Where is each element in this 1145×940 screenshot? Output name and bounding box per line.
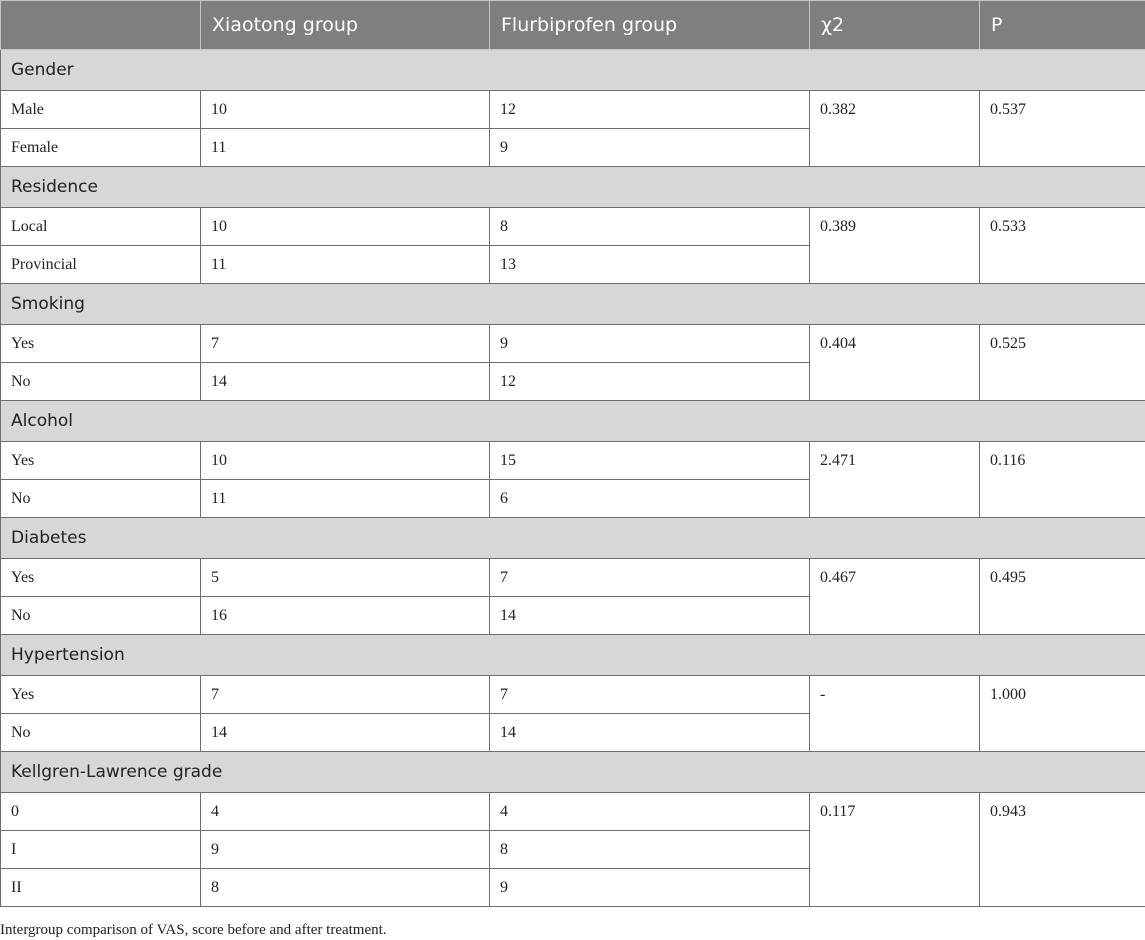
row-label-cell: II [0, 868, 201, 907]
p-value-cell: 0.537 [979, 90, 1145, 167]
chi2-cell: 0.467 [809, 558, 980, 635]
flurbiprofen-cell: 8 [489, 830, 810, 869]
p-value-cell: 0.116 [979, 441, 1145, 518]
row-label-cell: Yes [0, 441, 201, 480]
table-row: Yes 5 7 0.467 0.495 [0, 558, 1145, 635]
flurbiprofen-cell: 9 [489, 128, 810, 167]
xiaotong-cell: 8 [200, 868, 490, 907]
table-row: Yes 7 7-1.000 [0, 675, 1145, 752]
row-label-cell: Yes [0, 675, 201, 714]
xiaotong-cell: 10 [200, 90, 490, 129]
xiaotong-cell: 10 [200, 441, 490, 480]
row-label-cell: Yes [0, 324, 201, 363]
section-row: Hypertension [0, 634, 1145, 676]
section-row: Alcohol [0, 400, 1145, 442]
header-row: Xiaotong group Flurbiprofen group χ2 P [0, 0, 1145, 50]
chi2-cell: 0.382 [809, 90, 980, 167]
header-cell-p: P [979, 0, 1145, 50]
section-title: Kellgren-Lawrence grade [0, 751, 1145, 793]
row-label-cell: Male [0, 90, 201, 129]
chi2-cell: - [809, 675, 980, 752]
flurbiprofen-cell: 9 [489, 324, 810, 363]
header-cell-empty [0, 0, 201, 50]
section-row: Smoking [0, 283, 1145, 325]
xiaotong-cell: 11 [200, 245, 490, 284]
row-label-cell: Female [0, 128, 201, 167]
chi2-cell: 2.471 [809, 441, 980, 518]
row-label-cell: Local [0, 207, 201, 246]
table-row: Local 10 8 0.389 0.533 [0, 207, 1145, 284]
xiaotong-cell: 7 [200, 324, 490, 363]
section-row: Residence [0, 166, 1145, 208]
flurbiprofen-cell: 8 [489, 207, 810, 246]
section-row: Gender [0, 49, 1145, 91]
header-cell-flurbiprofen: Flurbiprofen group [489, 0, 810, 50]
section-row: Kellgren-Lawrence grade [0, 751, 1145, 793]
row-label-cell: No [0, 596, 201, 635]
section-title: Hypertension [0, 634, 1145, 676]
section-title: Residence [0, 166, 1145, 208]
comparison-table: Xiaotong group Flurbiprofen group χ2 P G… [0, 0, 1145, 907]
row-label-cell: I [0, 830, 201, 869]
xiaotong-cell: 16 [200, 596, 490, 635]
table-row: Yes 7 9 0.404 0.525 [0, 324, 1145, 401]
xiaotong-cell: 9 [200, 830, 490, 869]
row-label-cell: No [0, 479, 201, 518]
row-label-cell: No [0, 713, 201, 752]
xiaotong-cell: 14 [200, 713, 490, 752]
section-title: Alcohol [0, 400, 1145, 442]
flurbiprofen-cell: 6 [489, 479, 810, 518]
flurbiprofen-cell: 14 [489, 596, 810, 635]
section-title: Gender [0, 49, 1145, 91]
xiaotong-cell: 5 [200, 558, 490, 597]
xiaotong-cell: 10 [200, 207, 490, 246]
row-label-cell: No [0, 362, 201, 401]
row-label-cell: Yes [0, 558, 201, 597]
row-label-cell: 0 [0, 792, 201, 831]
flurbiprofen-cell: 14 [489, 713, 810, 752]
chi2-cell: 0.389 [809, 207, 980, 284]
table-row: Male 10 12 0.382 0.537 [0, 90, 1145, 167]
flurbiprofen-cell: 7 [489, 558, 810, 597]
xiaotong-cell: 4 [200, 792, 490, 831]
flurbiprofen-cell: 7 [489, 675, 810, 714]
p-value-cell: 0.525 [979, 324, 1145, 401]
xiaotong-cell: 11 [200, 128, 490, 167]
header-cell-xiaotong: Xiaotong group [200, 0, 490, 50]
table-row: Yes 10 15 2.471 0.116 [0, 441, 1145, 518]
xiaotong-cell: 11 [200, 479, 490, 518]
p-value-cell: 0.943 [979, 792, 1145, 907]
flurbiprofen-cell: 4 [489, 792, 810, 831]
flurbiprofen-cell: 12 [489, 90, 810, 129]
flurbiprofen-cell: 15 [489, 441, 810, 480]
table-caption: Intergroup comparison of VAS, score befo… [0, 922, 387, 938]
p-value-cell: 0.495 [979, 558, 1145, 635]
p-value-cell: 0.533 [979, 207, 1145, 284]
xiaotong-cell: 7 [200, 675, 490, 714]
table-row: 0 4 4 0.117 0.943 [0, 792, 1145, 907]
p-value-cell: 1.000 [979, 675, 1145, 752]
flurbiprofen-cell: 12 [489, 362, 810, 401]
section-title: Diabetes [0, 517, 1145, 559]
row-label-cell: Provincial [0, 245, 201, 284]
chi2-cell: 0.117 [809, 792, 980, 907]
flurbiprofen-cell: 9 [489, 868, 810, 907]
xiaotong-cell: 14 [200, 362, 490, 401]
section-row: Diabetes [0, 517, 1145, 559]
flurbiprofen-cell: 13 [489, 245, 810, 284]
header-cell-chi2: χ2 [809, 0, 980, 50]
section-title: Smoking [0, 283, 1145, 325]
table-body: Gender Male 10 12 0.382 0.537 Female 11 9 Residen… [0, 49, 1145, 907]
chi2-cell: 0.404 [809, 324, 980, 401]
